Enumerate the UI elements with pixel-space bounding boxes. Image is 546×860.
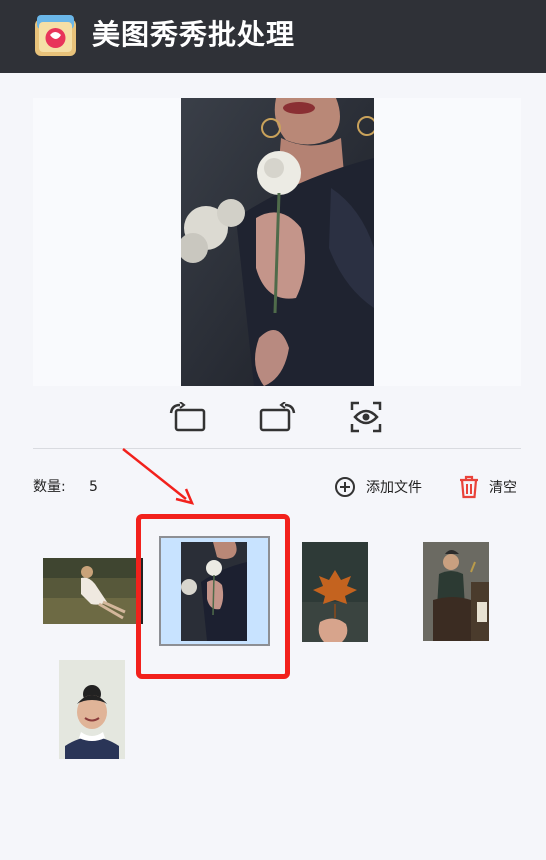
image-preview-area (33, 98, 521, 386)
trash-icon (460, 475, 478, 499)
thumb-woman-lying-grass[interactable] (43, 558, 143, 624)
plus-circle-icon (335, 477, 355, 497)
eye-icon (350, 401, 382, 433)
thumb-woman-qipao[interactable] (423, 542, 489, 641)
divider (33, 448, 521, 449)
red-highlight-box (136, 514, 290, 679)
add-file-label: 添加文件 (366, 480, 422, 496)
preview-button[interactable] (347, 398, 385, 436)
meitu-xiuxiu-logo (33, 13, 78, 58)
rotate-left-icon (169, 402, 206, 432)
thumb-hand-maple-leaf[interactable] (302, 542, 368, 642)
file-count-value: 5 (89, 479, 98, 495)
file-count-label: 数量: (33, 479, 66, 495)
preview-image (181, 98, 374, 386)
rotate-left-button[interactable] (168, 398, 206, 436)
rotate-right-icon (259, 402, 296, 432)
title-bar: 美图秀秀批处理 (0, 0, 546, 73)
clear-button[interactable]: 清空 (458, 475, 517, 499)
add-file-button[interactable]: 添加文件 (334, 476, 422, 498)
thumb-girl-smiling[interactable] (59, 660, 125, 759)
rotate-right-button[interactable] (259, 398, 297, 436)
red-arrow-icon (122, 448, 195, 505)
clear-label: 清空 (489, 480, 517, 496)
app-title: 美图秀秀批处理 (92, 18, 296, 51)
